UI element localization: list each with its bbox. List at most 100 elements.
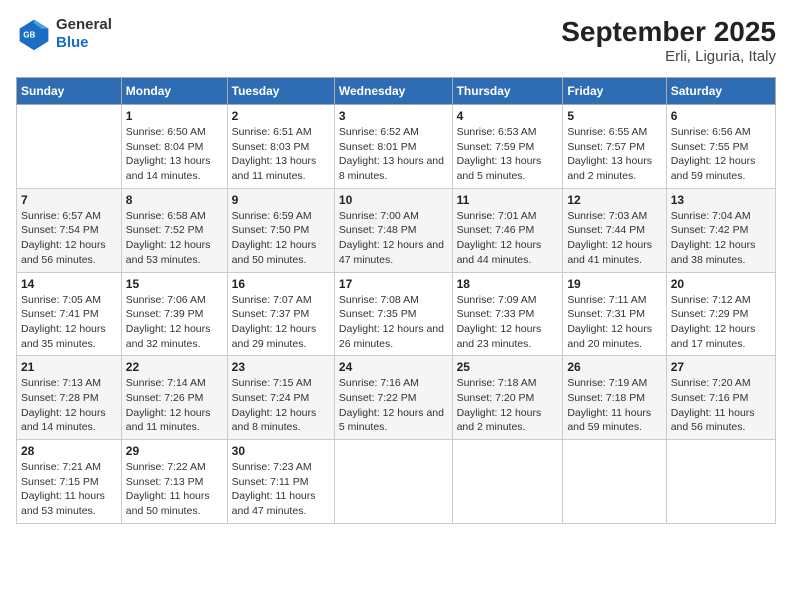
day-info: Sunrise: 7:00 AMSunset: 7:48 PMDaylight:… xyxy=(339,209,448,268)
calendar-cell: 9 Sunrise: 6:59 AMSunset: 7:50 PMDaylight… xyxy=(227,188,334,272)
day-info: Sunrise: 7:23 AMSunset: 7:11 PMDaylight:… xyxy=(232,460,330,519)
header-friday: Friday xyxy=(563,78,666,105)
calendar-cell: 3 Sunrise: 6:52 AMSunset: 8:01 PMDaylight… xyxy=(334,105,452,189)
calendar-cell: 8 Sunrise: 6:58 AMSunset: 7:52 PMDaylight… xyxy=(121,188,227,272)
day-info: Sunrise: 6:53 AMSunset: 7:59 PMDaylight:… xyxy=(457,125,559,184)
calendar-cell xyxy=(666,440,775,524)
week-row-2: 14 Sunrise: 7:05 AMSunset: 7:41 PMDayligh… xyxy=(17,272,776,356)
day-info: Sunrise: 6:58 AMSunset: 7:52 PMDaylight:… xyxy=(126,209,223,268)
calendar-cell: 18 Sunrise: 7:09 AMSunset: 7:33 PMDayligh… xyxy=(452,272,563,356)
day-number: 3 xyxy=(339,109,448,123)
day-info: Sunrise: 7:13 AMSunset: 7:28 PMDaylight:… xyxy=(21,376,117,435)
calendar-cell: 11Sunrise: 7:01 AMSunset: 7:46 PMDayligh… xyxy=(452,188,563,272)
day-number: 27 xyxy=(671,360,771,374)
svg-text:GB: GB xyxy=(23,31,35,40)
day-info: Sunrise: 6:57 AMSunset: 7:54 PMDaylight:… xyxy=(21,209,117,268)
day-info: Sunrise: 7:14 AMSunset: 7:26 PMDaylight:… xyxy=(126,376,223,435)
calendar-cell: 15Sunrise: 7:06 AMSunset: 7:39 PMDayligh… xyxy=(121,272,227,356)
day-number: 19 xyxy=(567,277,661,291)
page-title: September 2025 xyxy=(561,16,776,48)
day-number: 5 xyxy=(567,109,661,123)
day-info: Sunrise: 6:51 AMSunset: 8:03 PMDaylight:… xyxy=(232,125,330,184)
week-row-0: 1Sunrise: 6:50 AMSunset: 8:04 PMDaylight… xyxy=(17,105,776,189)
day-info: Sunrise: 7:05 AMSunset: 7:41 PMDaylight:… xyxy=(21,293,117,352)
day-number: 29 xyxy=(126,444,223,458)
calendar-cell: 19 Sunrise: 7:11 AMSunset: 7:31 PMDayligh… xyxy=(563,272,666,356)
calendar-cell: 28Sunrise: 7:21 AMSunset: 7:15 PMDayligh… xyxy=(17,440,122,524)
day-info: Sunrise: 7:22 AMSunset: 7:13 PMDaylight:… xyxy=(126,460,223,519)
day-info: Sunrise: 7:19 AMSunset: 7:18 PMDaylight:… xyxy=(567,376,661,435)
day-info: Sunrise: 7:15 AMSunset: 7:24 PMDaylight:… xyxy=(232,376,330,435)
day-number: 30 xyxy=(232,444,330,458)
day-info: Sunrise: 7:16 AMSunset: 7:22 PMDaylight:… xyxy=(339,376,448,435)
day-info: Sunrise: 7:11 AMSunset: 7:31 PMDaylight:… xyxy=(567,293,661,352)
calendar-cell: 30 Sunrise: 7:23 AMSunset: 7:11 PMDayligh… xyxy=(227,440,334,524)
day-info: Sunrise: 7:01 AMSunset: 7:46 PMDaylight:… xyxy=(457,209,559,268)
calendar-cell: 5Sunrise: 6:55 AMSunset: 7:57 PMDaylight… xyxy=(563,105,666,189)
calendar-cell: 12Sunrise: 7:03 AMSunset: 7:44 PMDayligh… xyxy=(563,188,666,272)
page-header: GB General Blue September 2025 Erli, Lig… xyxy=(16,16,776,65)
calendar-table: SundayMondayTuesdayWednesdayThursdayFrid… xyxy=(16,77,776,524)
logo-icon: GB xyxy=(16,16,52,52)
day-number: 6 xyxy=(671,109,771,123)
calendar-cell: 16Sunrise: 7:07 AMSunset: 7:37 PMDayligh… xyxy=(227,272,334,356)
calendar-cell: 26 Sunrise: 7:19 AMSunset: 7:18 PMDayligh… xyxy=(563,356,666,440)
day-number: 12 xyxy=(567,193,661,207)
logo: GB General Blue xyxy=(16,16,112,52)
page-subtitle: Erli, Liguria, Italy xyxy=(561,48,776,65)
calendar-cell: 20Sunrise: 7:12 AMSunset: 7:29 PMDayligh… xyxy=(666,272,775,356)
calendar-cell: 27 Sunrise: 7:20 AMSunset: 7:16 PMDayligh… xyxy=(666,356,775,440)
day-info: Sunrise: 6:59 AMSunset: 7:50 PMDaylight:… xyxy=(232,209,330,268)
day-number: 7 xyxy=(21,193,117,207)
header-tuesday: Tuesday xyxy=(227,78,334,105)
day-info: Sunrise: 7:08 AMSunset: 7:35 PMDaylight:… xyxy=(339,293,448,352)
header-row: SundayMondayTuesdayWednesdayThursdayFrid… xyxy=(17,78,776,105)
day-number: 14 xyxy=(21,277,117,291)
logo-text: General Blue xyxy=(56,16,112,52)
day-number: 9 xyxy=(232,193,330,207)
day-number: 25 xyxy=(457,360,559,374)
calendar-cell: 10 Sunrise: 7:00 AMSunset: 7:48 PMDayligh… xyxy=(334,188,452,272)
day-number: 15 xyxy=(126,277,223,291)
header-sunday: Sunday xyxy=(17,78,122,105)
week-row-3: 21 Sunrise: 7:13 AMSunset: 7:28 PMDayligh… xyxy=(17,356,776,440)
calendar-cell: 21 Sunrise: 7:13 AMSunset: 7:28 PMDayligh… xyxy=(17,356,122,440)
calendar-cell: 14 Sunrise: 7:05 AMSunset: 7:41 PMDayligh… xyxy=(17,272,122,356)
calendar-cell xyxy=(334,440,452,524)
day-info: Sunrise: 7:07 AMSunset: 7:37 PMDaylight:… xyxy=(232,293,330,352)
day-number: 24 xyxy=(339,360,448,374)
day-number: 10 xyxy=(339,193,448,207)
day-number: 18 xyxy=(457,277,559,291)
day-info: Sunrise: 7:21 AMSunset: 7:15 PMDaylight:… xyxy=(21,460,117,519)
calendar-cell xyxy=(452,440,563,524)
day-number: 4 xyxy=(457,109,559,123)
day-number: 8 xyxy=(126,193,223,207)
calendar-cell: 17Sunrise: 7:08 AMSunset: 7:35 PMDayligh… xyxy=(334,272,452,356)
calendar-cell: 29 Sunrise: 7:22 AMSunset: 7:13 PMDayligh… xyxy=(121,440,227,524)
day-info: Sunrise: 6:52 AMSunset: 8:01 PMDaylight:… xyxy=(339,125,448,184)
header-thursday: Thursday xyxy=(452,78,563,105)
day-number: 21 xyxy=(21,360,117,374)
calendar-cell: 22Sunrise: 7:14 AMSunset: 7:26 PMDayligh… xyxy=(121,356,227,440)
day-number: 26 xyxy=(567,360,661,374)
day-info: Sunrise: 7:12 AMSunset: 7:29 PMDaylight:… xyxy=(671,293,771,352)
calendar-cell: 4 Sunrise: 6:53 AMSunset: 7:59 PMDaylight… xyxy=(452,105,563,189)
calendar-cell: 13Sunrise: 7:04 AMSunset: 7:42 PMDayligh… xyxy=(666,188,775,272)
calendar-cell: 25 Sunrise: 7:18 AMSunset: 7:20 PMDayligh… xyxy=(452,356,563,440)
calendar-cell: 1Sunrise: 6:50 AMSunset: 8:04 PMDaylight… xyxy=(121,105,227,189)
day-info: Sunrise: 7:20 AMSunset: 7:16 PMDaylight:… xyxy=(671,376,771,435)
header-monday: Monday xyxy=(121,78,227,105)
calendar-cell xyxy=(17,105,122,189)
day-info: Sunrise: 7:09 AMSunset: 7:33 PMDaylight:… xyxy=(457,293,559,352)
day-info: Sunrise: 7:18 AMSunset: 7:20 PMDaylight:… xyxy=(457,376,559,435)
day-info: Sunrise: 6:56 AMSunset: 7:55 PMDaylight:… xyxy=(671,125,771,184)
day-number: 23 xyxy=(232,360,330,374)
day-number: 2 xyxy=(232,109,330,123)
calendar-cell: 24 Sunrise: 7:16 AMSunset: 7:22 PMDayligh… xyxy=(334,356,452,440)
day-info: Sunrise: 6:50 AMSunset: 8:04 PMDaylight:… xyxy=(126,125,223,184)
header-wednesday: Wednesday xyxy=(334,78,452,105)
calendar-cell: 2 Sunrise: 6:51 AMSunset: 8:03 PMDaylight… xyxy=(227,105,334,189)
calendar-cell: 7 Sunrise: 6:57 AMSunset: 7:54 PMDaylight… xyxy=(17,188,122,272)
day-number: 13 xyxy=(671,193,771,207)
calendar-cell xyxy=(563,440,666,524)
